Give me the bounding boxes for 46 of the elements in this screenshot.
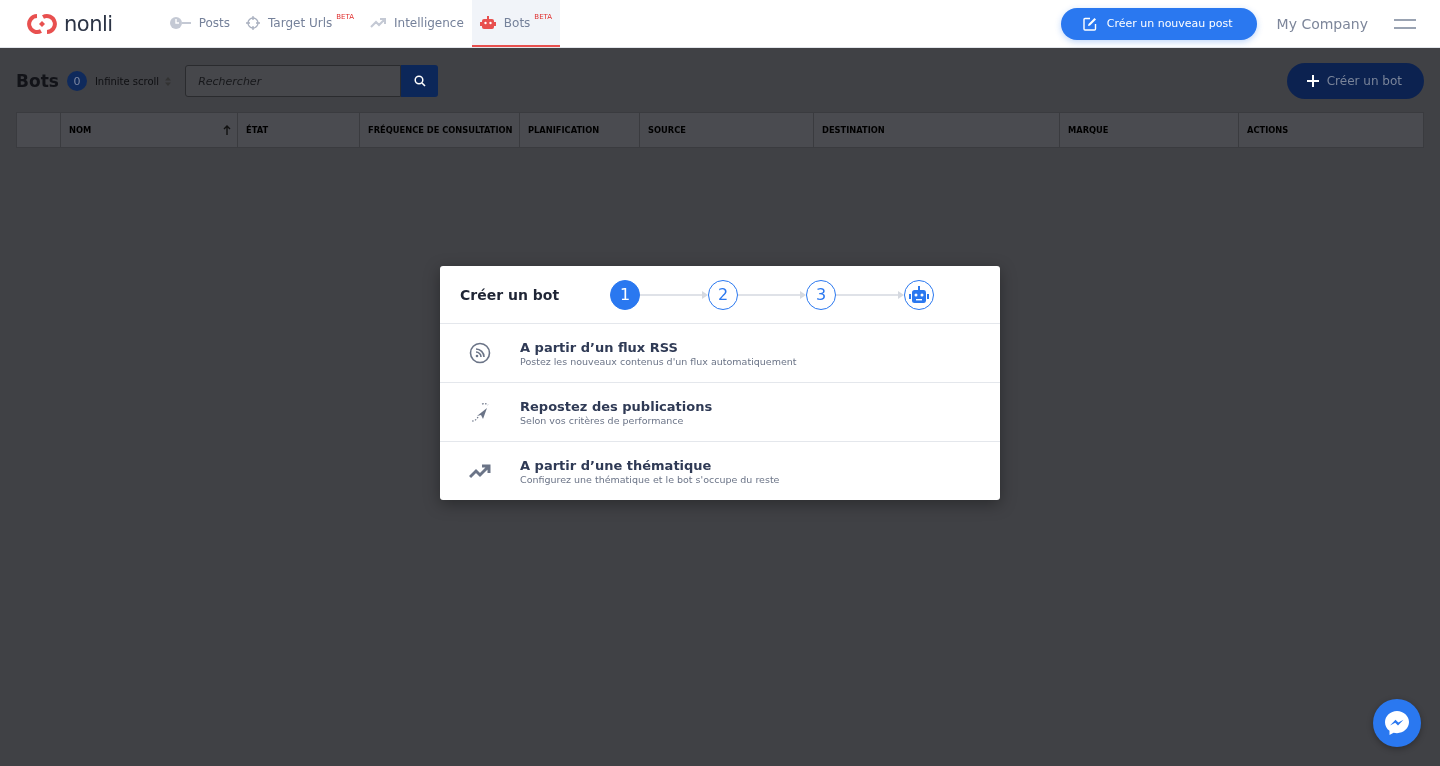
column-header[interactable]: ACTIONS: [1239, 113, 1424, 147]
crosshair-icon: [246, 15, 260, 30]
search-button[interactable]: [401, 65, 439, 97]
create-bot-button[interactable]: Créer un bot: [1286, 63, 1424, 99]
option-description: Configurez une thématique et le bot s'occupe du reste: [520, 473, 780, 485]
bot-source-option[interactable]: A partir d’une thématique Configurez une thématique et le bot s'occupe du reste: [440, 442, 1000, 500]
clock-icon: [168, 15, 191, 30]
company-menu[interactable]: My Company: [1276, 15, 1368, 32]
option-title: A partir d’un flux RSS: [520, 339, 679, 355]
option-description: Postez les nouveaux contenus d'un flux automatiquement: [520, 355, 797, 367]
sort-arrow-icon: [223, 125, 231, 135]
column-header[interactable]: MARQUE: [1060, 113, 1239, 147]
step-arrow-icon: [640, 290, 708, 299]
column-header[interactable]: FRÉQUENCE DE CONSULTATION: [360, 113, 520, 147]
nav-tab[interactable]: Intelligence: [362, 0, 472, 47]
plus-icon: [1306, 75, 1319, 87]
column-header[interactable]: DESTINATION: [814, 113, 1060, 147]
column-header[interactable]: ÉTAT: [238, 113, 360, 147]
step-indicator[interactable]: 1: [610, 279, 640, 310]
nav-tab[interactable]: Posts: [160, 0, 238, 47]
nav-tab[interactable]: Target Urls $^{BETA}$: [238, 0, 362, 47]
trend-arrow-icon: [469, 463, 491, 479]
robot-icon: [479, 15, 496, 30]
bot-source-option[interactable]: Repostez des publications Selon vos critères de performance: [440, 383, 1000, 442]
step-arrow-icon: [836, 290, 904, 299]
chat-bubble-icon: [1384, 710, 1410, 736]
brand-name: nonli: [64, 11, 113, 36]
bot-source-option[interactable]: A partir d’un flux RSS Postez les nouveaux contenus d'un flux automatiquement: [440, 324, 1000, 383]
dialog-title: Créer un bot: [460, 286, 561, 303]
edit-icon: [1082, 16, 1097, 31]
create-post-button[interactable]: Créer un nouveau post: [1060, 7, 1257, 40]
option-title: Repostez des publications: [520, 398, 713, 414]
search-icon: [413, 75, 426, 87]
column-header[interactable]: SOURCE: [640, 113, 814, 147]
robot-icon: [909, 285, 929, 304]
column-header[interactable]: NOM: [61, 113, 238, 147]
logo-icon: [26, 12, 58, 35]
count-badge: 0: [66, 71, 87, 91]
column-header[interactable]: PLANIFICATION: [520, 113, 640, 147]
step-arrow-icon: [738, 290, 806, 299]
nav-tab[interactable]: Bots $^{BETA}$: [471, 0, 561, 47]
chat-button[interactable]: [1373, 699, 1421, 747]
option-description: Selon vos critères de performance: [520, 414, 685, 426]
option-title: A partir d’une thématique: [520, 457, 713, 473]
trend-arrow-icon: [370, 16, 386, 29]
rss-icon: [469, 342, 491, 364]
